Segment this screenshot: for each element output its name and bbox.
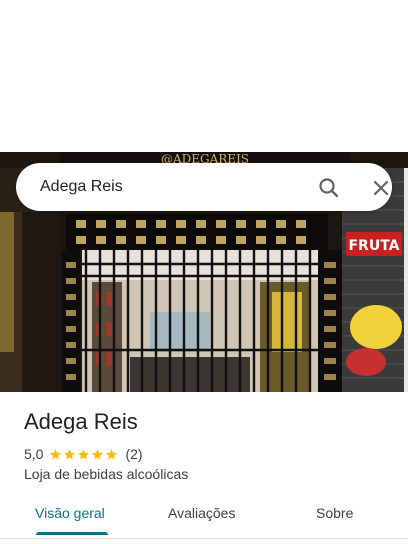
star-icon xyxy=(106,448,118,459)
star-icon xyxy=(50,448,62,459)
place-title: Adega Reis xyxy=(24,409,138,434)
review-count[interactable]: (2) xyxy=(125,446,142,462)
tab-overview[interactable]: Visão geral xyxy=(35,505,105,521)
star-rating xyxy=(49,448,119,461)
star-icon xyxy=(78,448,90,459)
place-details-panel: Adega Reis 5,0 (2) Loja de bebidas alcoó… xyxy=(0,392,408,544)
close-icon[interactable] xyxy=(368,175,394,201)
search-icon[interactable] xyxy=(316,175,342,201)
divider xyxy=(0,538,408,539)
active-tab-indicator xyxy=(36,532,108,535)
tab-bar: Visão geral Avaliações Sobre xyxy=(0,496,408,536)
rating-value: 5,0 xyxy=(24,446,44,462)
side-sign-text: FRUTA xyxy=(348,238,399,254)
search-bar[interactable]: Adega Reis xyxy=(16,163,392,211)
search-input[interactable]: Adega Reis xyxy=(40,178,123,196)
star-icon xyxy=(64,448,76,459)
rating-row[interactable]: 5,0 (2) xyxy=(24,445,143,463)
tab-reviews[interactable]: Avaliações xyxy=(168,505,235,521)
map-blank-area xyxy=(0,0,408,152)
tab-about[interactable]: Sobre xyxy=(316,505,353,521)
star-icon xyxy=(92,448,104,459)
place-category[interactable]: Loja de bebidas alcoólicas xyxy=(24,466,188,482)
